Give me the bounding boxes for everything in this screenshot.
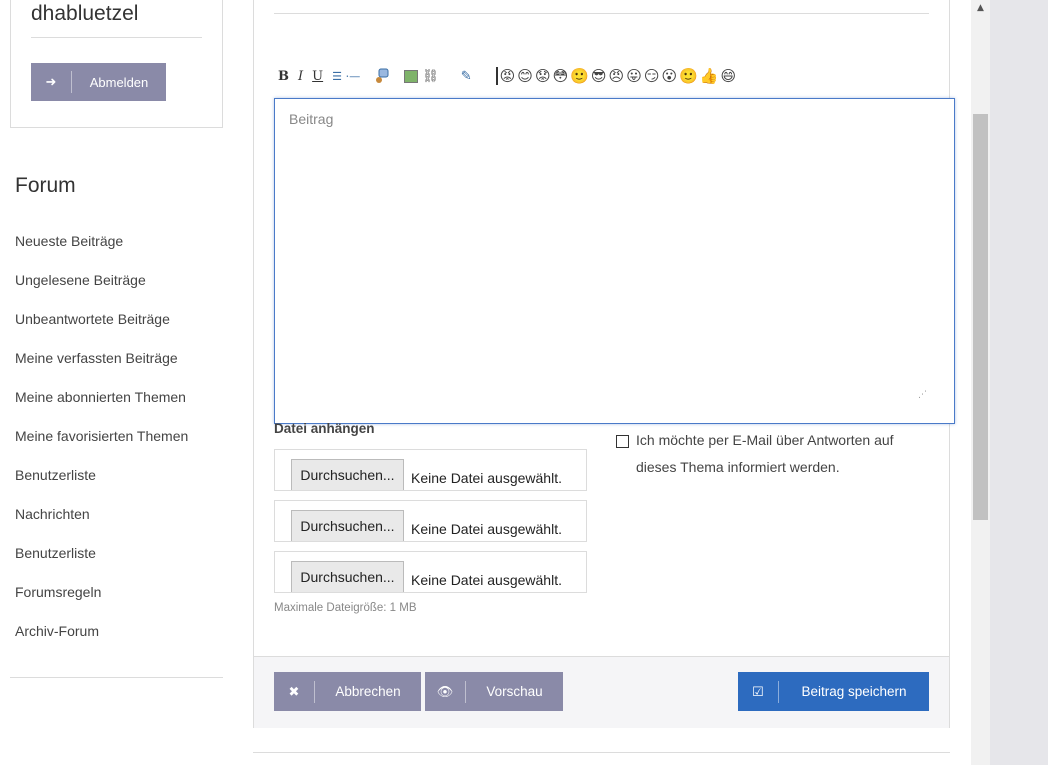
username: dhabluetzel (31, 2, 139, 25)
browse-button-3[interactable]: Durchsuchen... (291, 561, 404, 592)
save-label: Beitrag speichern (801, 684, 907, 699)
smiley-tongue-icon[interactable]: 😛 (626, 67, 642, 85)
max-file-size: Maximale Dateigröße: 1 MB (274, 602, 417, 614)
file-status-2: Keine Datei ausgewählt. (411, 521, 562, 537)
nav-item-archive-forum[interactable]: Archiv-Forum (15, 623, 188, 662)
scroll-up-arrow-icon[interactable]: ▲ (971, 0, 990, 17)
browse-button-1[interactable]: Durchsuchen... (291, 459, 404, 490)
page-gutter (990, 0, 1048, 765)
smiley-angry-icon[interactable]: 😡 (500, 67, 516, 85)
smiley-surprised-icon[interactable]: 😮 (661, 67, 677, 85)
smiley-eyes-icon[interactable]: 😳 (553, 67, 569, 85)
file-status-1: Keine Datei ausgewählt. (411, 470, 562, 486)
post-editor-panel: B I U ☰ ⋅— ⛓ ✎ 😡 😊 😟 😳 🙂 😎 😠 😛 😏 😮 🙂 👍 😄… (253, 0, 955, 728)
checkbox-icon: ☑ (752, 683, 764, 699)
smiley-sad-icon[interactable]: 😟 (535, 67, 551, 85)
form-footer: ✖ Abbrechen 👁 Vorschau ☑ Beitrag speiche… (254, 656, 949, 728)
underline-button[interactable]: U (312, 69, 323, 84)
page-divider (253, 752, 950, 753)
panel-divider (274, 13, 929, 14)
nav-item-favorite-topics[interactable]: Meine favorisierten Themen (15, 428, 188, 467)
eye-icon: 👁 (436, 683, 454, 699)
bold-button[interactable]: B (278, 69, 289, 84)
save-post-button[interactable]: ☑ Beitrag speichern (738, 672, 929, 711)
preview-label: Vorschau (486, 684, 543, 699)
nav-item-forum-rules[interactable]: Forumsregeln (15, 584, 188, 623)
image-icon[interactable] (404, 69, 419, 83)
color-icon[interactable]: ✎ (461, 69, 472, 84)
nav-item-unanswered-posts[interactable]: Unbeantwortete Beiträge (15, 311, 188, 350)
logout-button[interactable]: ➜ Abmelden (31, 63, 166, 101)
file-input-2: Durchsuchen... Keine Datei ausgewählt. (274, 500, 587, 542)
user-box: dhabluetzel ➜ Abmelden (10, 0, 223, 128)
cancel-button[interactable]: ✖ Abbrechen (274, 672, 421, 711)
nav-item-messages[interactable]: Nachrichten (15, 506, 188, 545)
logout-label: Abmelden (89, 74, 149, 90)
file-input-3: Durchsuchen... Keine Datei ausgewählt. (274, 551, 587, 593)
scroll-thumb[interactable] (973, 114, 988, 520)
link-icon[interactable]: ⛓ (422, 69, 439, 84)
quote-icon[interactable] (374, 68, 390, 84)
nav-item-my-posts[interactable]: Meine verfassten Beiträge (15, 350, 188, 389)
list-icon[interactable]: ☰ ⋅— (332, 70, 360, 83)
notify-checkbox[interactable] (616, 435, 629, 448)
post-textarea[interactable] (274, 98, 955, 424)
smiley-smile-icon[interactable]: 🙂 (570, 67, 589, 85)
editor-toolbar: B I U ☰ ⋅— ⛓ ✎ 😡 😊 😟 😳 🙂 😎 😠 😛 😏 😮 🙂 👍 😄 (278, 65, 738, 87)
toolbar-separator (495, 67, 498, 85)
nav-item-user-list[interactable]: Benutzerliste (15, 467, 188, 506)
forum-heading: Forum (15, 174, 76, 197)
preview-button[interactable]: 👁 Vorschau (425, 672, 563, 711)
nav-item-newest-posts[interactable]: Neueste Beiträge (15, 233, 188, 272)
forum-nav: Neueste Beiträge Ungelesene Beiträge Unb… (15, 233, 188, 662)
cancel-label: Abbrechen (335, 684, 401, 699)
nav-item-subscribed-topics[interactable]: Meine abonnierten Themen (15, 389, 188, 428)
nav-item-user-list-2[interactable]: Benutzerliste (15, 545, 188, 584)
resize-grip-icon[interactable]: ⋰ (918, 390, 927, 400)
username-divider (31, 37, 202, 38)
notify-label[interactable]: Ich möchte per E-Mail über Antworten auf… (636, 427, 936, 481)
browse-button-2[interactable]: Durchsuchen... (291, 510, 404, 541)
smiley-grin-icon[interactable]: 😄 (720, 67, 736, 85)
nav-item-unread-posts[interactable]: Ungelesene Beiträge (15, 272, 188, 311)
sidebar-divider (10, 677, 223, 678)
file-input-1: Durchsuchen... Keine Datei ausgewählt. (274, 449, 587, 491)
attach-heading: Datei anhängen (274, 421, 375, 436)
smiley-happy-icon[interactable]: 😊 (517, 67, 533, 85)
italic-button[interactable]: I (298, 69, 303, 84)
sign-out-icon: ➜ (45, 74, 57, 89)
smiley-smirk-icon[interactable]: 😏 (644, 67, 660, 85)
smiley-wink-icon[interactable]: 🙂 (679, 67, 698, 85)
close-icon: ✖ (288, 683, 300, 699)
file-status-3: Keine Datei ausgewählt. (411, 572, 562, 588)
smiley-mad-icon[interactable]: 😠 (609, 67, 625, 85)
thumbs-up-icon[interactable]: 👍 (700, 67, 719, 85)
vertical-scrollbar[interactable]: ▲ (971, 0, 990, 765)
smiley-cool-icon[interactable]: 😎 (591, 67, 607, 85)
